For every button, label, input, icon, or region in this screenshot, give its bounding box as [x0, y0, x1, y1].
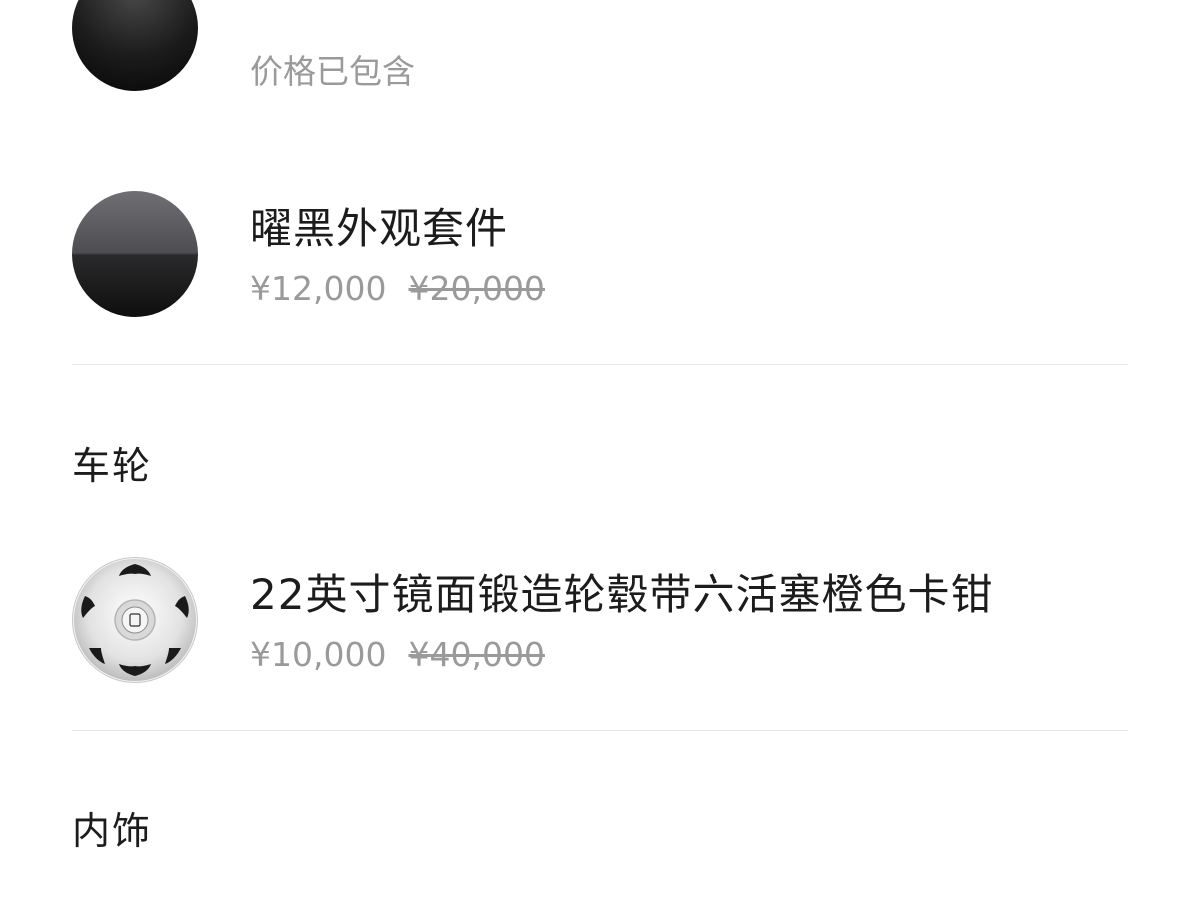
black-paint-swatch: [72, 0, 198, 91]
divider: [72, 730, 1128, 731]
divider: [72, 364, 1128, 365]
option-title: 22英寸镜面锻造轮毂带六活塞橙色卡钳: [250, 570, 994, 619]
section-title-wheels: 车轮: [72, 444, 153, 488]
option-obsidian-exterior-kit[interactable]: 曜黑外观套件 ¥12,000 ¥20,000: [72, 191, 1128, 317]
option-price-row: ¥12,000 ¥20,000: [250, 269, 545, 308]
option-black-paint[interactable]: 价格已包含: [72, 0, 1128, 91]
current-price: ¥10,000: [250, 635, 387, 674]
option-price-row: ¥10,000 ¥40,000: [250, 635, 545, 674]
option-included-note: 价格已包含: [250, 52, 415, 91]
original-price: ¥40,000: [408, 635, 545, 674]
section-title-interior: 内饰: [72, 809, 153, 853]
options-page: 价格已包含 曜黑外观套件 ¥12,000 ¥20,000 车轮 22英寸镜面锻造…: [0, 0, 1200, 900]
option-22in-forged-wheels[interactable]: 22英寸镜面锻造轮毂带六活塞橙色卡钳 ¥10,000 ¥40,000: [72, 557, 1128, 683]
original-price: ¥20,000: [408, 269, 545, 308]
wheel-rim-icon: [72, 557, 198, 683]
current-price: ¥12,000: [250, 269, 387, 308]
option-title: 曜黑外观套件: [250, 204, 509, 253]
obsidian-kit-swatch: [72, 191, 198, 317]
